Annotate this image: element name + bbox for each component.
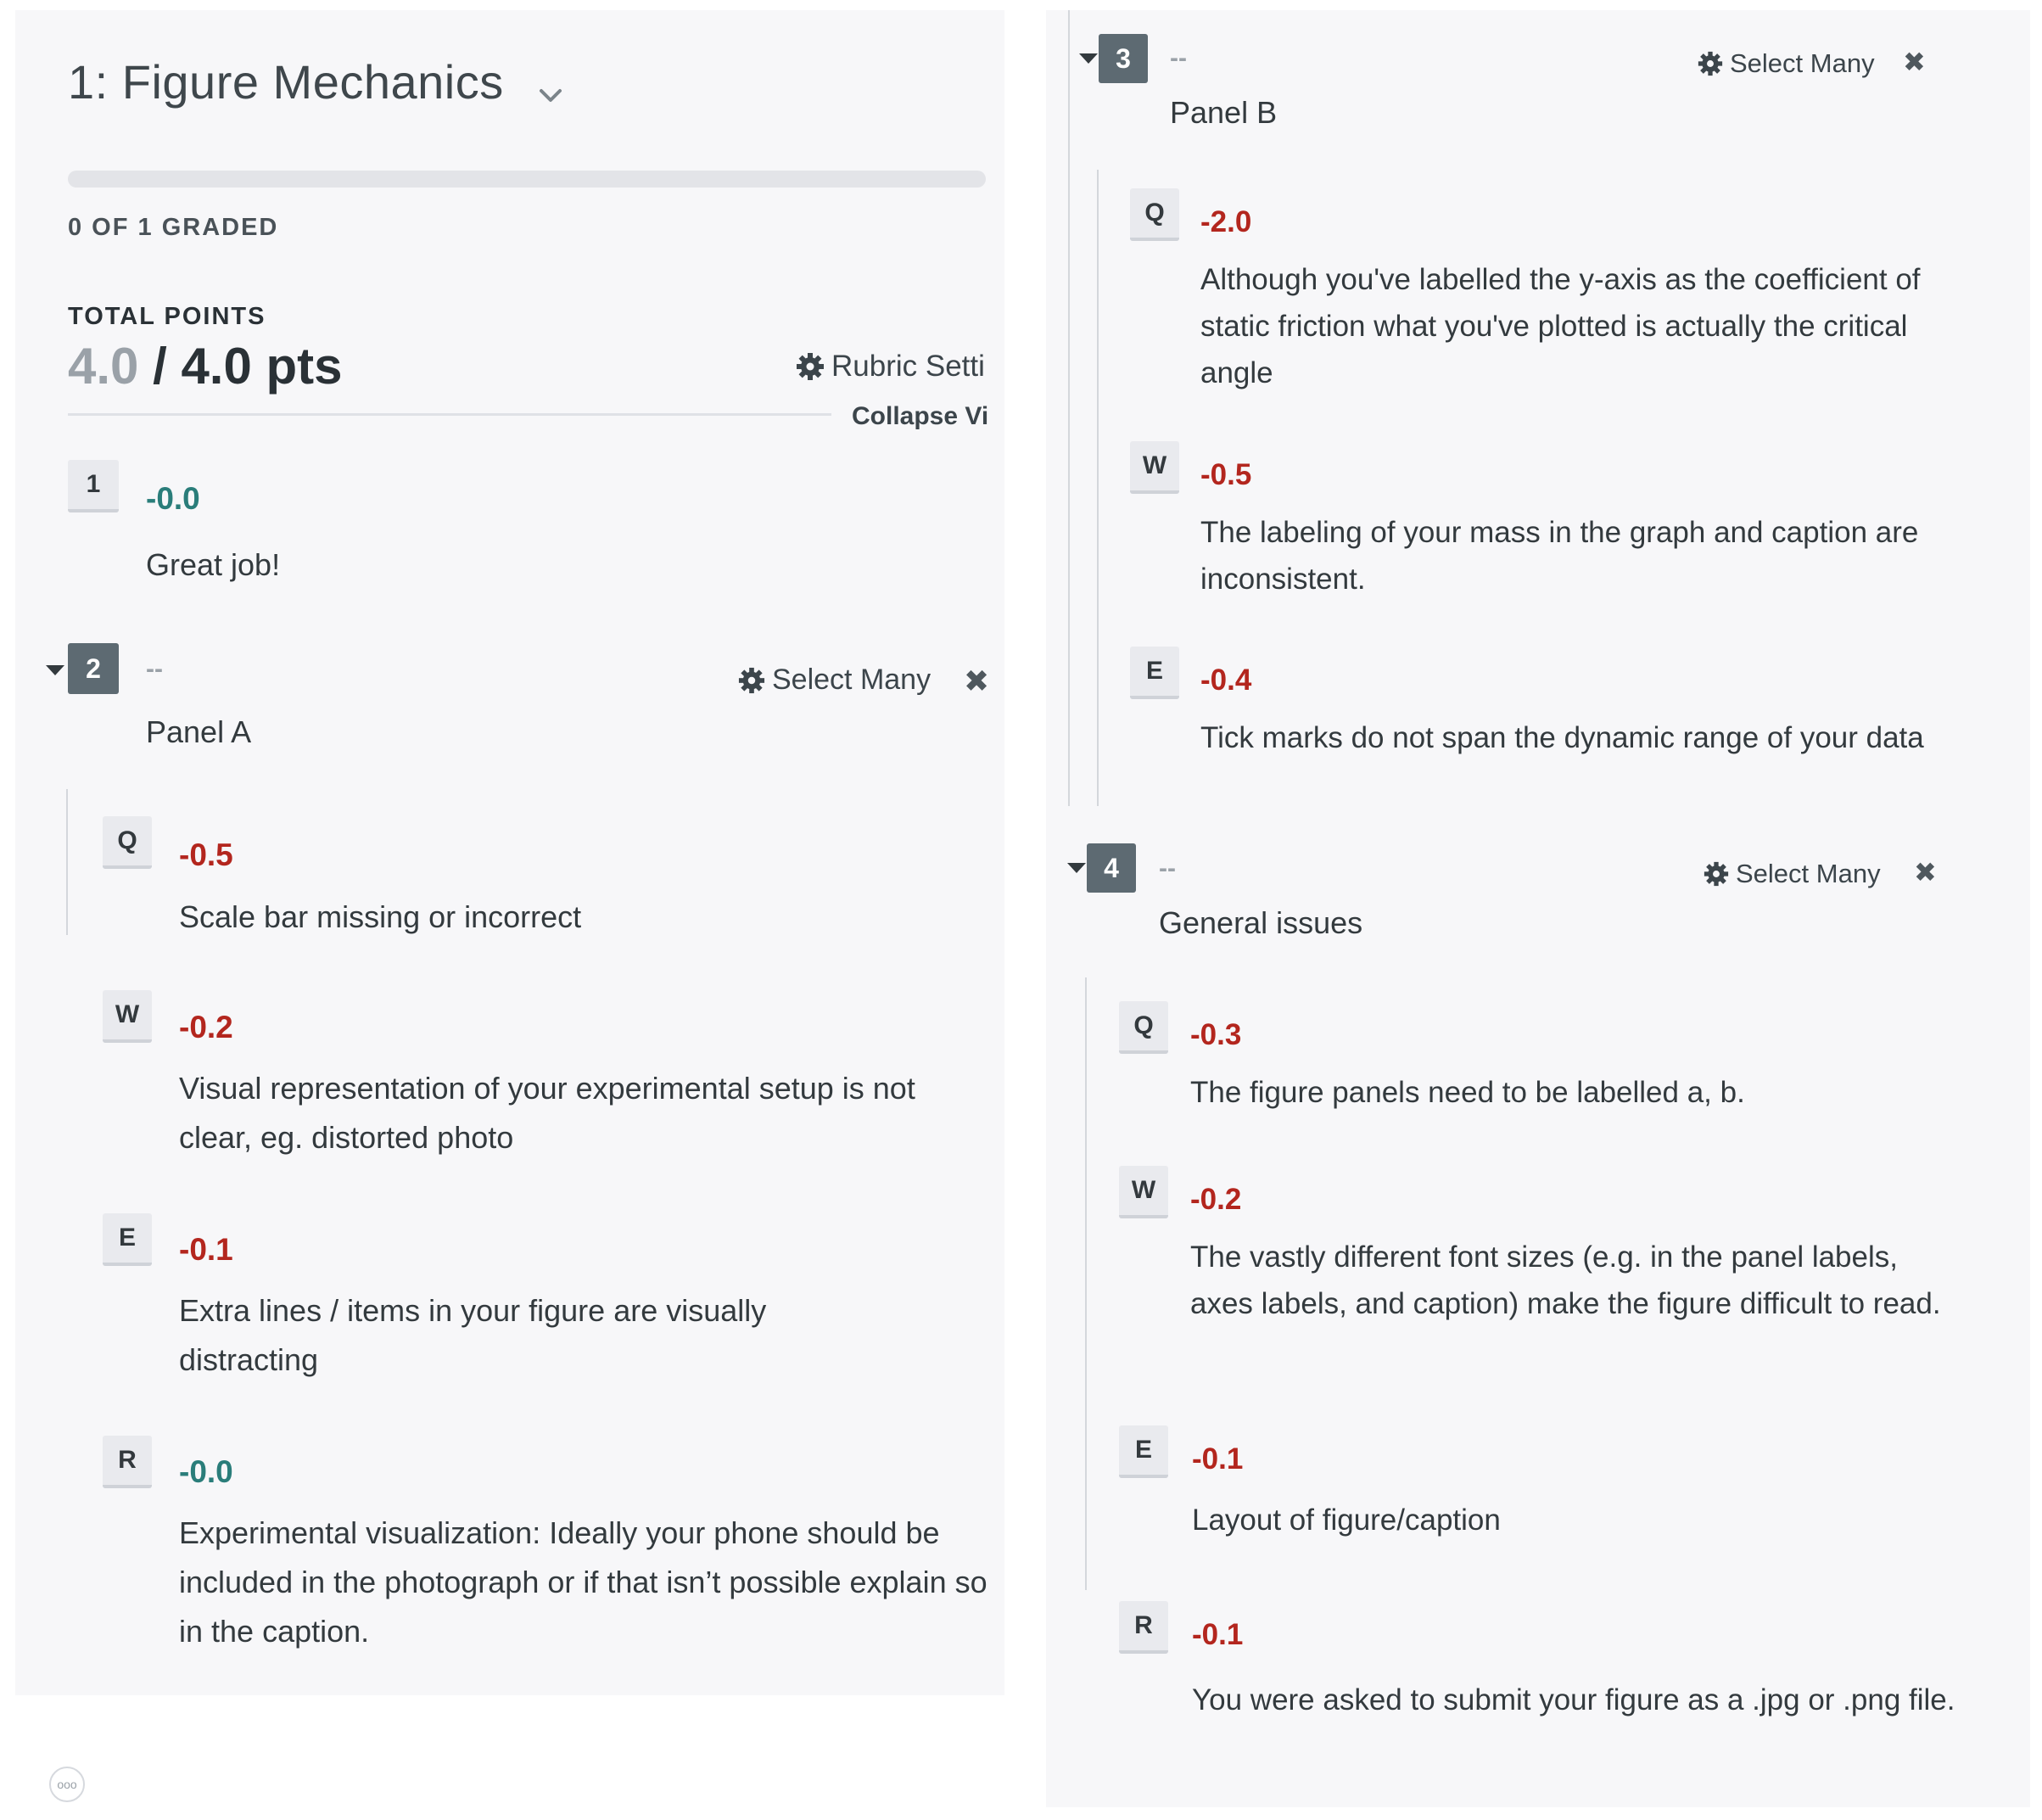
group-indent-line [1085,977,1087,1590]
rubric-item-2q-key[interactable]: Q [103,816,152,869]
rubric-item-3w-key[interactable]: W [1130,441,1179,494]
rubric-item-4q-points: -0.3 [1190,1018,1242,1051]
rubric-group-3-points: -- [1170,44,1187,72]
total-points-value: 4.0 / 4.0 pts [68,337,343,395]
select-many-button[interactable]: Select Many [1698,48,1875,79]
grading-progress-bar [68,171,986,188]
rubric-item-2w-description: Visual representation of your experiment… [179,1071,915,1155]
caret-down-icon[interactable] [1079,53,1098,64]
more-options-button[interactable]: ooo [49,1767,85,1802]
points-total: 4.0 pts [181,338,343,395]
left-panel: 1: Figure Mechanics 0 OF 1 GRADED TOTAL … [15,10,1004,1695]
rubric-item-1-points: -0.0 [146,481,200,516]
rubric-item-1-key[interactable]: 1 [68,460,119,512]
rubric-item-2w-key[interactable]: W [103,990,152,1043]
rubric-item-3w-description: The labeling of your mass in the graph a… [1200,516,1919,596]
gear-icon [797,353,824,380]
rubric-item-2q-points: -0.5 [179,837,233,872]
total-points-label: TOTAL POINTS [68,303,266,330]
rubric-group-4-key[interactable]: 4 [1087,843,1136,893]
points-separator: / [138,338,182,395]
select-many-label: Select Many [772,664,931,696]
rubric-item-4q-key[interactable]: Q [1119,1001,1168,1054]
gear-icon [1704,861,1729,887]
rubric-item-4r-key[interactable]: R [1119,1601,1168,1654]
rubric-group-3-label: Panel B [1170,95,1278,130]
right-panel: 3 -- Panel B Select Many ✖ Q -2.0 Althou… [1046,10,2030,1807]
caret-down-icon[interactable] [46,665,64,675]
rubric-item-3e-description: Tick marks do not span the dynamic range… [1200,721,1924,754]
rubric-item-4w-description: The vastly different font sizes (e.g. in… [1190,1240,1941,1320]
rubric-settings-label: Rubric Setti [831,350,985,383]
rubric-item-4q-description: The figure panels need to be labelled a,… [1190,1076,1745,1109]
close-icon[interactable]: ✖ [1903,46,1926,78]
rubric-item-2r-points: -0.0 [179,1454,233,1489]
rubric-item-4r-points: -0.1 [1192,1618,1244,1651]
rubric-item-2e-description: Extra lines / items in your figure are v… [179,1293,767,1377]
rubric-item-2e-key[interactable]: E [103,1213,152,1266]
rubric-group-4-points: -- [1159,854,1176,882]
select-many-label: Select Many [1736,859,1881,888]
rubric-group-2-key[interactable]: 2 [68,643,119,694]
rubric-settings-button[interactable]: Rubric Setti [796,350,985,384]
rubric-item-4r-description: You were asked to submit your figure as … [1192,1683,1955,1716]
select-many-button[interactable]: Select Many [738,664,931,697]
rubric-item-2r-description: Experimental visualization: Ideally your… [179,1515,987,1649]
rubric-group-3-key[interactable]: 3 [1099,34,1148,83]
rubric-item-3q-points: -2.0 [1200,205,1252,238]
rubric-group-2-points: -- [146,655,163,683]
divider [68,413,831,416]
close-icon[interactable]: ✖ [964,664,989,699]
rubric-item-4e-description: Layout of figure/caption [1192,1504,1501,1537]
rubric-item-4e-points: -0.1 [1192,1442,1244,1476]
rubric-item-3q-description: Although you've labelled the y-axis as t… [1200,263,1921,389]
collapse-view-link[interactable]: Collapse Vi [852,402,988,431]
rubric-item-4w-key[interactable]: W [1119,1166,1168,1218]
rubric-item-2w-points: -0.2 [179,1010,233,1044]
select-many-button[interactable]: Select Many [1704,859,1881,889]
select-many-label: Select Many [1730,48,1875,78]
rubric-item-3e-points: -0.4 [1200,664,1252,697]
rubric-item-1-description: Great job! [146,547,281,582]
gear-icon [1698,51,1723,76]
group-indent-line [1068,10,1070,806]
caret-down-icon[interactable] [1067,863,1086,873]
rubric-group-4-label: General issues [1159,905,1363,940]
rubric-item-2q-description: Scale bar missing or incorrect [179,899,582,934]
group-indent-line [1097,170,1099,806]
points-earned: 4.0 [68,338,139,395]
rubric-item-3e-key[interactable]: E [1130,647,1179,699]
group-indent-line [66,789,68,935]
rubric-group-2-label: Panel A [146,714,252,749]
rubric-item-3q-key[interactable]: Q [1130,188,1179,241]
question-title: 1: Figure Mechanics [68,55,504,109]
close-icon[interactable]: ✖ [1914,856,1937,888]
rubric-item-4e-key[interactable]: E [1119,1425,1168,1478]
gear-icon [738,667,765,693]
rubric-item-2e-points: -0.1 [179,1232,233,1267]
graded-status: 0 OF 1 GRADED [68,214,279,241]
rubric-item-3w-points: -0.5 [1200,458,1252,491]
chevron-down-icon[interactable] [538,83,563,109]
rubric-item-2r-key[interactable]: R [103,1436,152,1488]
rubric-item-4w-points: -0.2 [1190,1183,1242,1216]
